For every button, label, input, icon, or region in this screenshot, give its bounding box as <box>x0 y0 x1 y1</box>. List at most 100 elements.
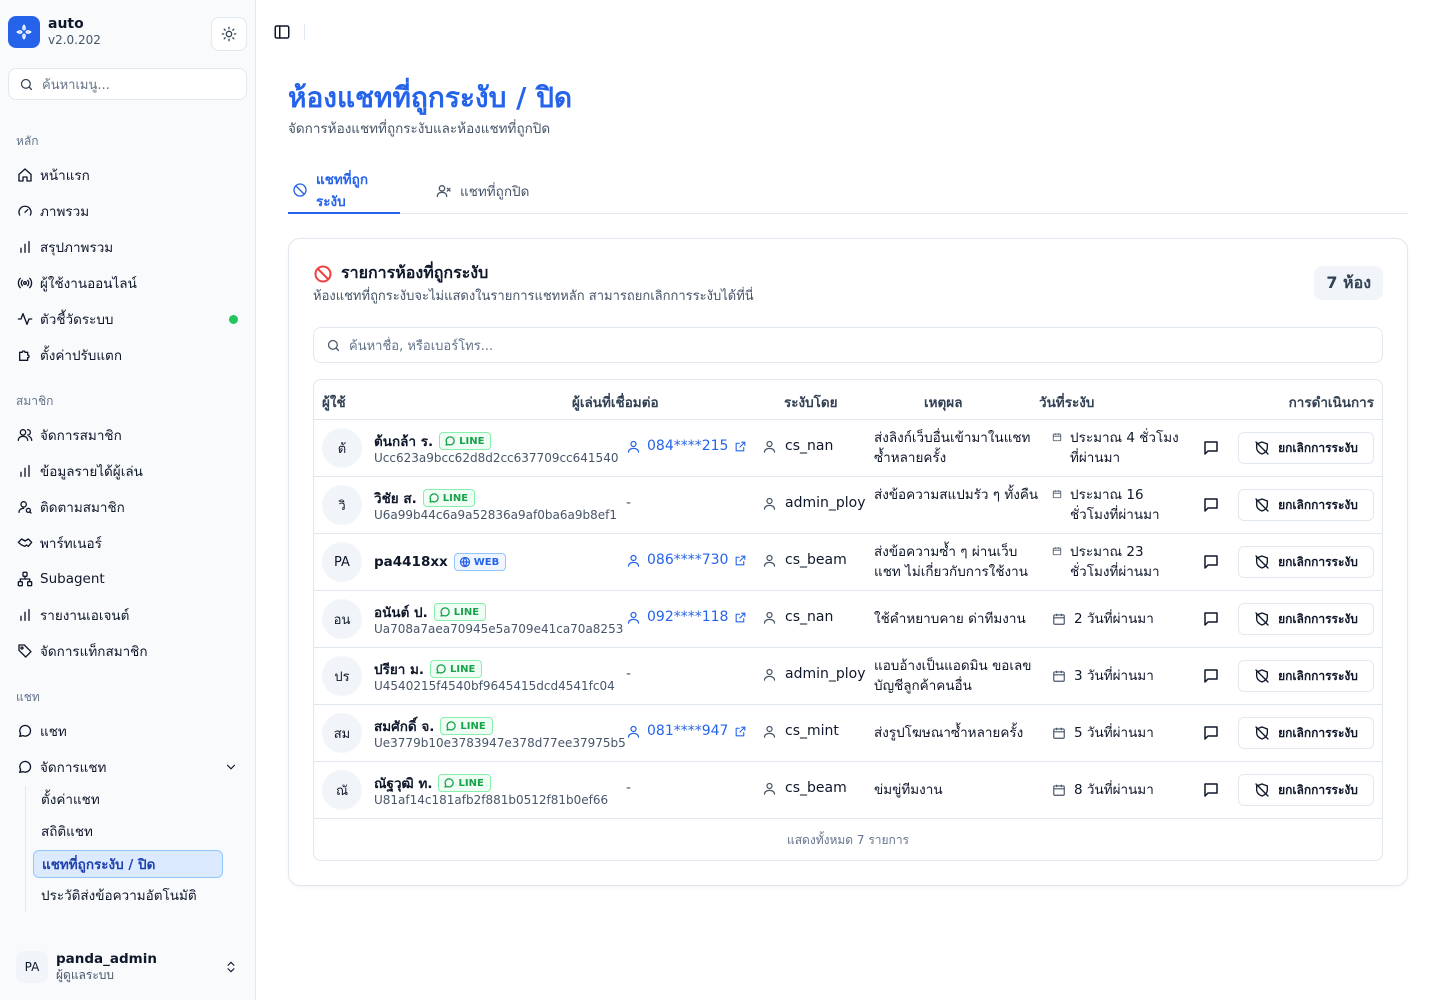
suspended-date: 2 วันที่ผ่านมา <box>1052 609 1180 629</box>
user-icon <box>762 496 777 511</box>
open-chat-button[interactable] <box>1200 779 1222 801</box>
sidebar-item-chat[interactable]: แชท <box>8 716 246 746</box>
message-square-icon <box>1202 781 1220 799</box>
open-chat-button[interactable] <box>1200 494 1222 516</box>
column-header-date: วันที่ระงับ <box>1039 395 1095 411</box>
unsuspend-button[interactable]: ยกเลิกการระงับ <box>1238 432 1374 464</box>
user-icon <box>762 724 777 739</box>
suspended-by-name: cs_beam <box>785 780 847 796</box>
user-search-icon <box>16 498 34 516</box>
tab-closed[interactable]: แชทที่ถูกปิด <box>432 168 533 214</box>
user-icon <box>762 667 777 682</box>
suspended-rooms-card: รายการห้องที่ถูกระงับ ห้องแชทที่ถูกระงับ… <box>288 238 1408 886</box>
channel-label: WEB <box>473 556 500 568</box>
sidebar-subitem-chat-stats[interactable]: สถิติแชท <box>33 817 223 845</box>
sidebar-item-label: แชท <box>40 724 67 740</box>
linked-player-empty: - <box>626 666 632 682</box>
brand[interactable]: auto v2.0.202 <box>8 16 101 48</box>
linked-player-empty: - <box>626 780 632 796</box>
linked-player-link[interactable]: 081****947 <box>626 723 747 739</box>
suspended-by-name: cs_nan <box>785 438 834 454</box>
avatar: วิ <box>322 485 362 525</box>
sidebar-item-settings[interactable]: ตั้งค่าปรับแตก <box>8 340 246 370</box>
sidebar-item-online-users[interactable]: ผู้ใช้งานออนไลน์ <box>8 268 246 298</box>
sidebar-item-manage-members[interactable]: จัดการสมาชิก <box>8 420 246 450</box>
column-header-linked-player: ผู้เล่นที่เชื่อมต่อ <box>572 395 659 411</box>
sidebar-item-overview[interactable]: ภาพรวม <box>8 196 246 226</box>
sidebar-item-label: จัดการแชท <box>40 760 107 776</box>
linked-player-link[interactable]: 084****215 <box>626 438 747 454</box>
sidebar-item-home[interactable]: หน้าแรก <box>8 160 246 190</box>
suspended-date: ประมาณ 23 ชั่วโมงที่ผ่านมา <box>1052 542 1180 582</box>
suspended-by: cs_nan <box>762 438 833 454</box>
suspended-by-name: admin_ploy <box>785 666 866 682</box>
sidebar-item-partner[interactable]: พาร์ทเนอร์ <box>8 528 246 558</box>
linked-player-link[interactable]: 092****118 <box>626 609 747 625</box>
sidebar-item-agent-report[interactable]: รายงานเอเจนต์ <box>8 600 246 630</box>
linked-player-phone: 086****730 <box>647 552 729 568</box>
sidebar-item-subagent[interactable]: Subagent <box>8 564 246 594</box>
user-role: ผู้ดูแลระบบ <box>56 968 115 982</box>
table-row: วิ วิชัย ส. LINE U6a99b44c6a9a52836a9af0ba6… <box>314 477 1382 534</box>
activity-icon <box>16 310 34 328</box>
unsuspend-label: ยกเลิกการระงับ <box>1278 668 1358 683</box>
open-chat-button[interactable] <box>1200 665 1222 687</box>
menu-search-input[interactable]: ค้นหาเมนู... <box>8 68 247 100</box>
open-chat-button[interactable] <box>1200 551 1222 573</box>
user-name: pa4418xx <box>374 554 448 570</box>
sidebar-item-member-tags[interactable]: จัดการแท็กสมาชิก <box>8 636 246 666</box>
unsuspend-button[interactable]: ยกเลิกการระงับ <box>1238 546 1374 578</box>
sidebar-toggle-button[interactable] <box>272 22 292 42</box>
suspended-table: ผู้ใช้ ผู้เล่นที่เชื่อมต่อ ระงับโดย เหตุ… <box>313 379 1383 861</box>
user-menu[interactable]: PA panda_admin ผู้ดูแลระบบ <box>8 944 248 990</box>
sidebar-item-manage-chat[interactable]: จัดการแชท <box>8 752 246 782</box>
user-id: U6a99b44c6a9a52836a9af0ba6a9b8ef1 <box>374 508 617 522</box>
open-chat-button[interactable] <box>1200 608 1222 630</box>
suspended-date: ประมาณ 4 ชั่วโมงที่ผ่านมา <box>1052 428 1180 468</box>
linked-player-empty: - <box>626 495 632 511</box>
suspended-by: admin_ploy <box>762 666 866 682</box>
avatar: ต้ <box>322 428 362 468</box>
tab-suspended[interactable]: แชทที่ถูกระงับ <box>288 168 400 214</box>
user-id: Ua708a7aea70945e5a709e41ca70a8253 <box>374 622 624 636</box>
sidebar-subitem-chat-settings[interactable]: ตั้งค่าแชท <box>33 785 223 813</box>
ban-icon <box>292 182 308 198</box>
channel-label: LINE <box>453 606 480 618</box>
table-header: ผู้ใช้ ผู้เล่นที่เชื่อมต่อ ระงับโดย เหตุ… <box>314 380 1382 420</box>
theme-toggle-button[interactable] <box>211 17 247 51</box>
shield-off-icon <box>1254 554 1270 570</box>
sidebar-subitem-auto-message-history[interactable]: ประวัติส่งข้อความอัตโนมัติ <box>33 881 223 909</box>
unsuspend-button[interactable]: ยกเลิกการระงับ <box>1238 603 1374 635</box>
avatar: อน <box>322 599 362 639</box>
chat-icon <box>444 435 456 447</box>
user-icon <box>626 553 641 568</box>
sidebar-subitem-suspended-chats[interactable]: แชทที่ถูกระงับ / ปิด <box>33 850 223 878</box>
calendar-icon <box>1052 612 1066 626</box>
shield-off-icon <box>1254 668 1270 684</box>
sidebar-item-label: สรุปภาพรวม <box>40 240 114 256</box>
reason: ส่งข้อความซ้ำ ๆ ผ่านเว็บ แชท ไม่เกี่ยวกั… <box>874 544 1028 580</box>
chat-icon <box>16 722 34 740</box>
bar-chart-icon <box>16 238 34 256</box>
channel-badge: LINE <box>433 603 487 621</box>
calendar-icon <box>1052 669 1066 683</box>
suspended-date: 3 วันที่ผ่านมา <box>1052 666 1180 686</box>
external-link-icon <box>734 440 747 453</box>
sidebar-item-system-metrics[interactable]: ตัวชี้วัดระบบ <box>8 304 246 334</box>
suspended-date-text: ประมาณ 23 ชั่วโมงที่ผ่านมา <box>1070 544 1160 580</box>
unsuspend-label: ยกเลิกการระงับ <box>1278 725 1358 740</box>
sidebar-item-summary[interactable]: สรุปภาพรวม <box>8 232 246 262</box>
sidebar-item-player-revenue[interactable]: ข้อมูลรายได้ผู้เล่น <box>8 456 246 486</box>
column-header-actions: การดำเนินการ <box>1288 395 1374 411</box>
room-search-input[interactable]: ค้นหาชื่อ, หรือเบอร์โทร... <box>313 327 1383 363</box>
column-header-user: ผู้ใช้ <box>322 395 346 411</box>
open-chat-button[interactable] <box>1200 437 1222 459</box>
unsuspend-button[interactable]: ยกเลิกการระงับ <box>1238 717 1374 749</box>
sidebar-item-track-members[interactable]: ติดตามสมาชิก <box>8 492 246 522</box>
unsuspend-button[interactable]: ยกเลิกการระงับ <box>1238 489 1374 521</box>
linked-player-link[interactable]: 086****730 <box>626 552 747 568</box>
unsuspend-button[interactable]: ยกเลิกการระงับ <box>1238 774 1374 806</box>
chevron-down-icon <box>224 760 238 774</box>
open-chat-button[interactable] <box>1200 722 1222 744</box>
unsuspend-button[interactable]: ยกเลิกการระงับ <box>1238 660 1374 692</box>
